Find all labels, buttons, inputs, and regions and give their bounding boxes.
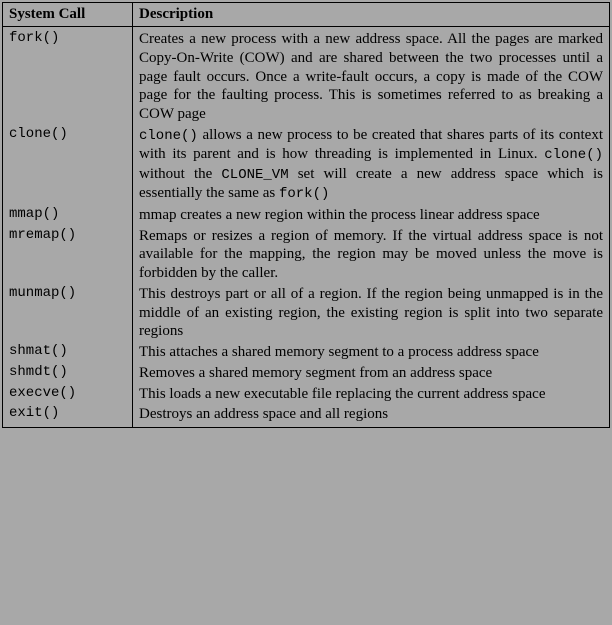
header-description: Description xyxy=(133,3,610,27)
syscall-desc: Removes a shared memory segment from an … xyxy=(133,363,610,384)
syscall-name: mremap() xyxy=(3,226,133,284)
table-header-row: System Call Description xyxy=(3,3,610,27)
syscall-desc: Creates a new process with a new address… xyxy=(133,27,610,125)
syscall-table: System Call Description fork() Creates a… xyxy=(2,2,610,428)
table-row: exit() Destroys an address space and all… xyxy=(3,404,610,427)
syscall-name: exit() xyxy=(3,404,133,427)
code-text: CLONE_VM xyxy=(221,167,288,183)
code-text: clone() xyxy=(139,128,198,144)
header-system-call: System Call xyxy=(3,3,133,27)
desc-text: without the xyxy=(139,166,221,182)
table-row: clone() clone() allows a new process to … xyxy=(3,125,610,205)
syscall-name: clone() xyxy=(3,125,133,205)
table-row: execve() This loads a new executable fil… xyxy=(3,384,610,405)
table-row: mremap() Remaps or resizes a region of m… xyxy=(3,226,610,284)
syscall-name: mmap() xyxy=(3,205,133,226)
syscall-desc: This loads a new executable file replaci… xyxy=(133,384,610,405)
syscall-desc: mmap creates a new region within the pro… xyxy=(133,205,610,226)
syscall-name: execve() xyxy=(3,384,133,405)
table-row: mmap() mmap creates a new region within … xyxy=(3,205,610,226)
syscall-desc: This attaches a shared memory segment to… xyxy=(133,342,610,363)
table-row: fork() Creates a new process with a new … xyxy=(3,27,610,125)
syscall-desc: clone() allows a new process to be creat… xyxy=(133,125,610,205)
code-text: clone() xyxy=(544,147,603,163)
code-text: fork() xyxy=(279,186,329,202)
table-row: shmdt() Removes a shared memory segment … xyxy=(3,363,610,384)
desc-text: allows a new process to be created that … xyxy=(139,127,603,163)
syscall-name: munmap() xyxy=(3,284,133,342)
syscall-name: shmat() xyxy=(3,342,133,363)
syscall-desc: Destroys an address space and all region… xyxy=(133,404,610,427)
syscall-name: shmdt() xyxy=(3,363,133,384)
table-row: munmap() This destroys part or all of a … xyxy=(3,284,610,342)
syscall-desc: Remaps or resizes a region of memory. If… xyxy=(133,226,610,284)
syscall-desc: This destroys part or all of a region. I… xyxy=(133,284,610,342)
table-row: shmat() This attaches a shared memory se… xyxy=(3,342,610,363)
syscall-name: fork() xyxy=(3,27,133,125)
